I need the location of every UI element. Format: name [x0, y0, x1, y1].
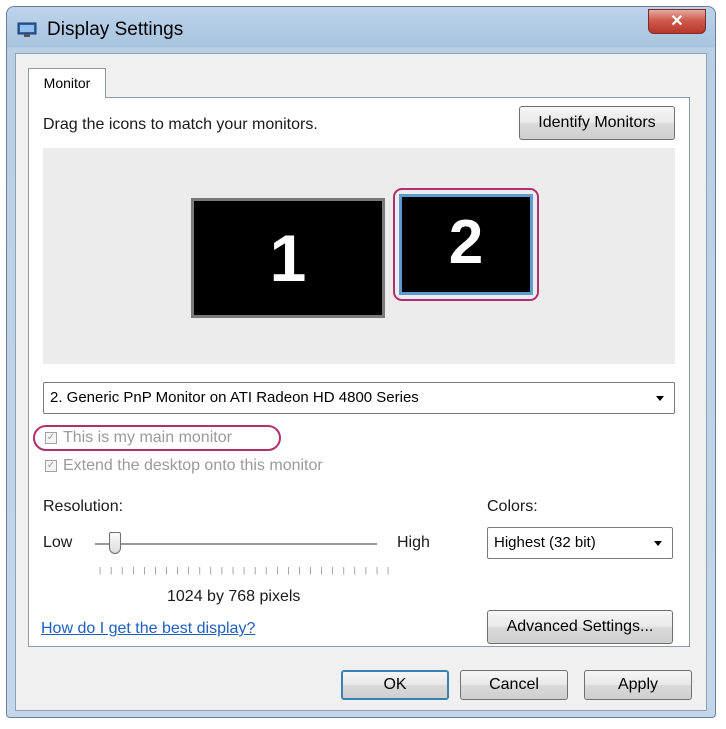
close-icon: ✕ — [670, 13, 684, 30]
dialog-client-area: Monitor Drag the icons to match your mon… — [15, 53, 707, 711]
extend-desktop-label: Extend the desktop onto this monitor — [63, 457, 323, 474]
colors-select-value: Highest (32 bit) — [494, 534, 596, 551]
resolution-value: 1024 by 768 pixels — [167, 588, 301, 605]
monitor-1-icon[interactable]: 1 — [191, 198, 385, 318]
main-monitor-checkbox[interactable]: ✓ — [45, 432, 57, 444]
colors-label: Colors: — [487, 498, 538, 515]
display-settings-icon — [17, 22, 37, 38]
monitor-arrangement-area[interactable]: 1 2 — [43, 148, 675, 364]
identify-monitors-button[interactable]: Identify Monitors — [519, 106, 675, 140]
monitor-2-icon[interactable]: 2 — [399, 194, 533, 295]
resolution-high-label: High — [397, 534, 430, 551]
resolution-label: Resolution: — [43, 498, 124, 515]
tab-monitor[interactable]: Monitor — [28, 68, 106, 98]
resolution-slider-track[interactable] — [95, 543, 377, 546]
instructions-label: Drag the icons to match your monitors. — [43, 116, 318, 133]
display-settings-window: Display Settings ✕ Monitor Drag the icon… — [6, 6, 716, 718]
extend-desktop-checkbox[interactable]: ✓ — [45, 460, 57, 472]
colors-select[interactable]: Highest (32 bit) — [487, 527, 673, 559]
best-display-help-link[interactable]: How do I get the best display? — [41, 620, 255, 638]
chevron-down-icon — [654, 541, 662, 546]
cancel-button[interactable]: Cancel — [460, 670, 568, 700]
resolution-low-label: Low — [43, 534, 73, 551]
monitor-tab-panel: Drag the icons to match your monitors. I… — [28, 97, 690, 647]
monitor-select[interactable]: 2. Generic PnP Monitor on ATI Radeon HD … — [43, 382, 675, 414]
resolution-slider-thumb[interactable] — [109, 532, 121, 554]
ok-button[interactable]: OK — [341, 670, 449, 700]
advanced-settings-button[interactable]: Advanced Settings... — [487, 610, 673, 644]
apply-button[interactable]: Apply — [584, 670, 692, 700]
window-title: Display Settings — [47, 19, 184, 40]
monitor-select-value: 2. Generic PnP Monitor on ATI Radeon HD … — [50, 389, 419, 406]
close-button[interactable]: ✕ — [648, 9, 706, 34]
title-bar[interactable]: Display Settings ✕ — [7, 7, 715, 53]
main-monitor-label: This is my main monitor — [63, 429, 232, 446]
chevron-down-icon — [656, 396, 664, 401]
resolution-slider-ticks: ||||||||||||||||||||||||||| — [99, 566, 399, 575]
